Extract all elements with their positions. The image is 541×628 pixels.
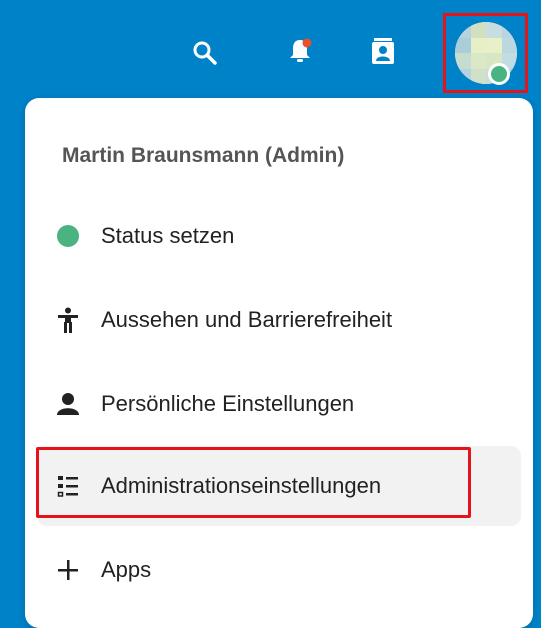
accessibility-icon [55,307,81,333]
list-settings-icon [55,473,81,499]
status-dot-icon [55,223,81,249]
contacts-icon[interactable] [366,34,400,70]
menu-item-appearance[interactable]: Aussehen und Barrierefreiheit [37,280,521,360]
user-menu: Martin Braunsmann (Admin) Status setzen … [25,98,533,628]
plus-icon [55,557,81,583]
bell-icon[interactable] [283,34,317,68]
menu-item-label: Status setzen [101,223,235,248]
user-icon [55,391,81,417]
menu-item-personal-settings[interactable]: Persönliche Einstellungen [37,364,521,444]
menu-item-status[interactable]: Status setzen [37,196,521,276]
top-bar [0,0,541,100]
menu-item-apps[interactable]: Apps [37,530,521,610]
menu-item-admin-settings[interactable]: Administrationseinstellungen [37,446,521,526]
menu-item-label: Aussehen und Barrierefreiheit [101,307,393,332]
avatar-button[interactable] [443,13,528,93]
menu-item-label: Persönliche Einstellungen [101,391,355,416]
menu-item-label: Apps [101,557,152,582]
notification-dot [302,38,312,48]
online-status-dot [488,63,510,85]
search-icon[interactable] [188,36,222,70]
user-name: Martin Braunsmann (Admin) [62,144,345,167]
menu-item-label: Administrationseinstellungen [101,473,382,498]
